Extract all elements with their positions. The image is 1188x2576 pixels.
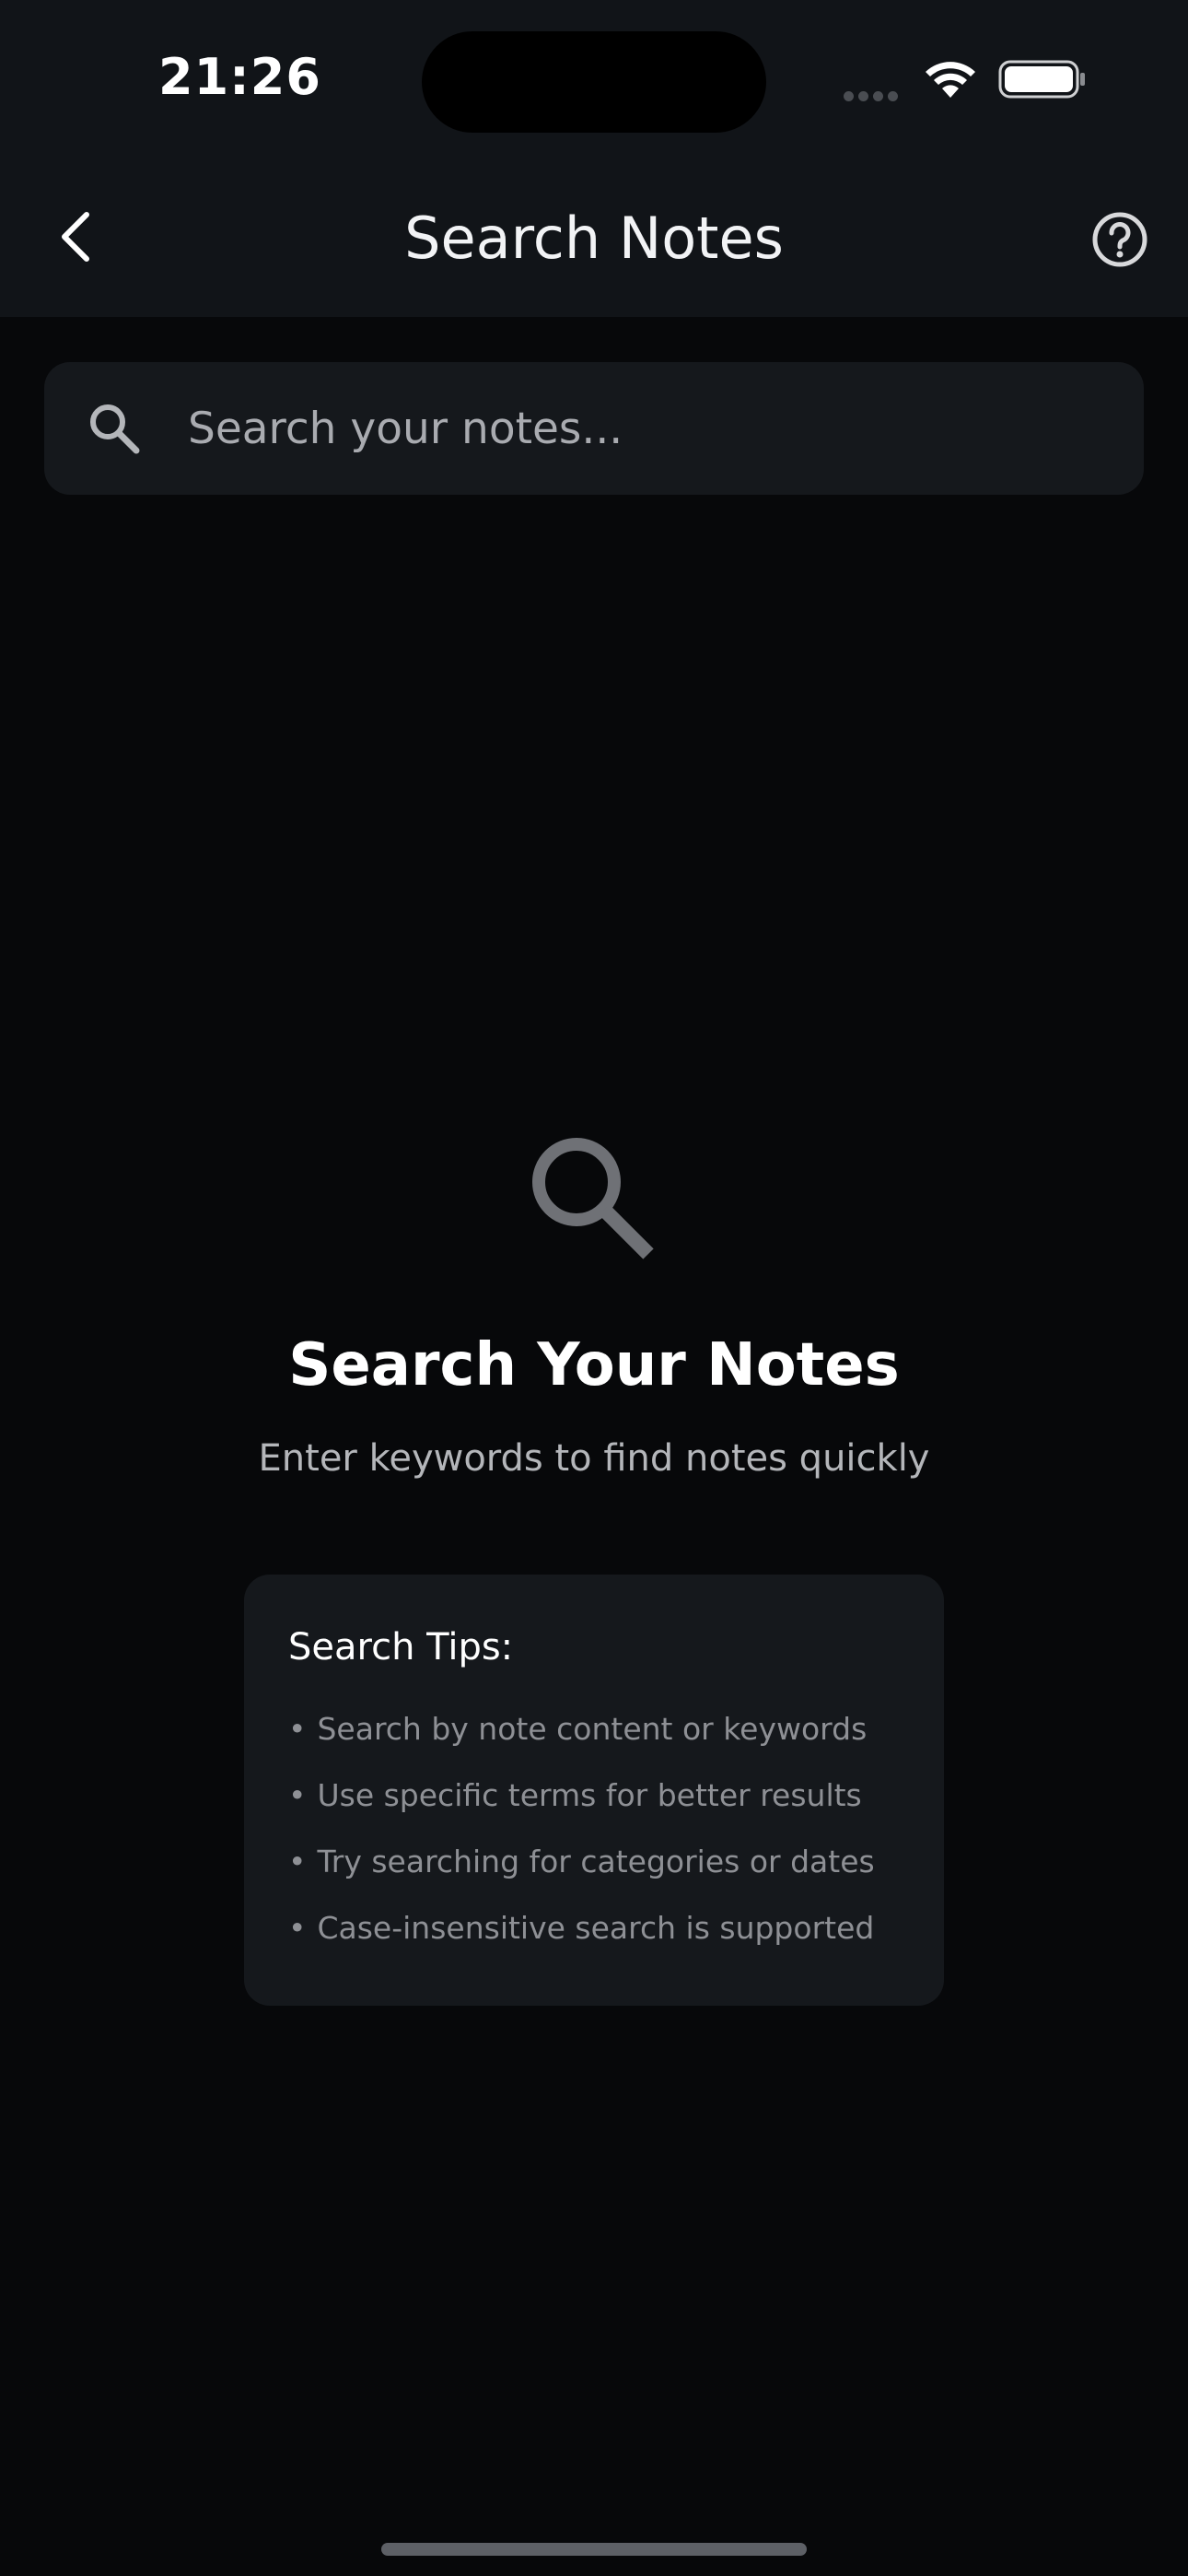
tip-item: • Case-insensitive search is supported <box>288 1910 874 1946</box>
search-notes-screen: 21:26 Search Notes Search your notes... … <box>0 0 1188 2576</box>
search-bar[interactable] <box>44 362 1144 495</box>
wifi-icon <box>926 62 975 98</box>
search-input[interactable] <box>188 395 1090 462</box>
magnifier-icon <box>532 1138 654 1259</box>
cellular-signal-icon <box>844 88 904 101</box>
bullet: • <box>288 1711 307 1747</box>
tip-text: Use specific terms for better results <box>317 1777 862 1813</box>
tip-item: • Try searching for categories or dates <box>288 1844 875 1879</box>
tip-text: Search by note content or keywords <box>317 1711 868 1747</box>
dynamic-island <box>422 31 766 133</box>
nav-bar: Search Notes <box>0 157 1188 317</box>
empty-state-subtitle: Enter keywords to find notes quickly <box>258 1437 930 1480</box>
tip-item: • Search by note content or keywords <box>288 1711 867 1747</box>
tips-title: Search Tips: <box>288 1626 514 1669</box>
search-icon <box>90 404 140 454</box>
status-bar: 21:26 <box>0 0 1188 157</box>
tip-text: Case-insensitive search is supported <box>317 1910 875 1946</box>
status-time: 21:26 <box>158 48 321 106</box>
tip-item: • Use specific terms for better results <box>288 1777 862 1813</box>
tip-text: Try searching for categories or dates <box>317 1844 875 1879</box>
page-title: Search Notes <box>404 205 784 272</box>
empty-state-title: Search Your Notes <box>288 1331 900 1399</box>
home-indicator[interactable] <box>381 2543 807 2556</box>
battery-icon <box>998 60 1085 99</box>
search-tips-card: Search Tips: • Search by note content or … <box>244 1575 944 2006</box>
bullet: • <box>288 1777 307 1813</box>
help-icon[interactable] <box>1090 210 1149 269</box>
bullet: • <box>288 1844 307 1879</box>
bullet: • <box>288 1910 307 1946</box>
